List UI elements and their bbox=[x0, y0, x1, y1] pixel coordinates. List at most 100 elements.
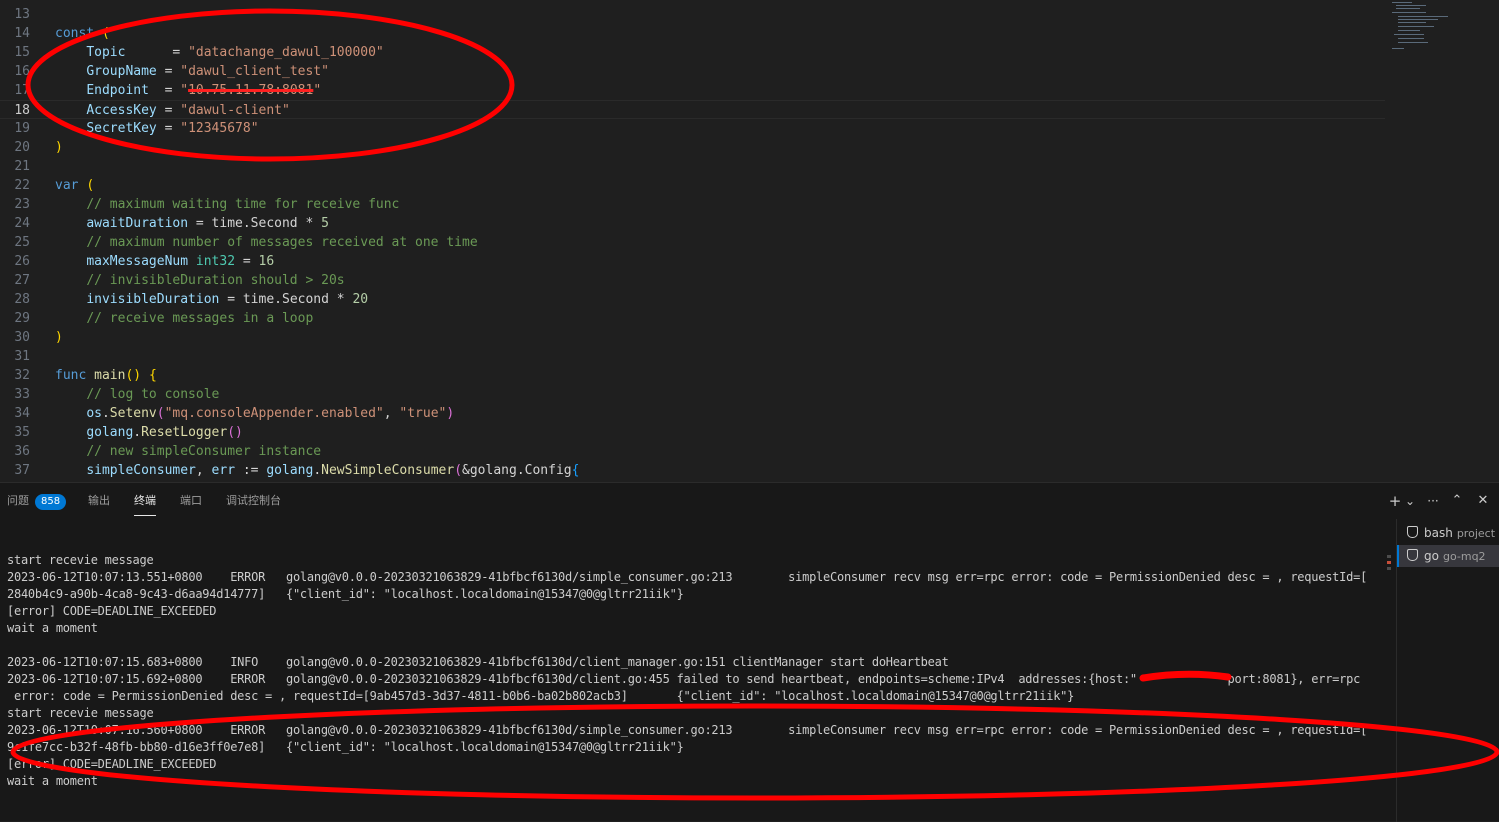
code-token: // maximum waiting time for receive func bbox=[86, 197, 400, 212]
tab-output[interactable]: 输出 bbox=[88, 493, 110, 509]
terminal-line: 2840b4c9-a90b-4ca8-9c43-d6aa94d14777] {"… bbox=[7, 587, 684, 601]
maximize-panel-icon[interactable]: ⌃ bbox=[1449, 491, 1465, 511]
close-panel-icon[interactable]: ✕ bbox=[1475, 491, 1491, 511]
tab-ports[interactable]: 端口 bbox=[180, 493, 202, 509]
tab-terminal[interactable]: 终端 bbox=[134, 493, 156, 516]
code-token: 16 bbox=[258, 254, 275, 269]
line-number: 32 bbox=[14, 368, 30, 383]
code-token: = bbox=[125, 45, 189, 60]
code-token: 10.75.11.78:8081 bbox=[188, 83, 314, 98]
terminal-line: [error] CODE=DEADLINE_EXCEEDED bbox=[7, 757, 217, 771]
code-line[interactable]: 37 simpleConsumer, err := golang.NewSimp… bbox=[0, 461, 1385, 480]
code-token: ( bbox=[454, 463, 463, 478]
code-token: . bbox=[133, 425, 142, 440]
code-line[interactable]: 20) bbox=[0, 138, 1385, 157]
code-token: ) bbox=[55, 330, 63, 345]
code-token: const bbox=[55, 26, 95, 41]
terminal-line: wait a moment bbox=[7, 621, 98, 635]
line-number: 13 bbox=[14, 7, 30, 22]
terminal-scrollbar[interactable] bbox=[1384, 555, 1393, 595]
code-line[interactable]: 22 var ( bbox=[0, 176, 1385, 195]
tab-label: 输出 bbox=[88, 494, 110, 507]
line-number: 24 bbox=[14, 216, 30, 231]
code-line[interactable]: 27 // invisibleDuration should > 20s bbox=[0, 271, 1385, 290]
code-token: , bbox=[383, 406, 400, 421]
code-line[interactable]: 19 SecretKey = "12345678" bbox=[0, 119, 1385, 138]
code-token: golang bbox=[86, 425, 134, 440]
code-token: awaitDuration bbox=[86, 216, 189, 231]
code-token: Setenv bbox=[109, 406, 157, 421]
terminal-instance-folder: project bbox=[1456, 527, 1496, 540]
terminal-dropdown-icon[interactable]: ⌄ bbox=[1403, 491, 1417, 511]
line-number: 15 bbox=[14, 45, 30, 60]
minimap[interactable] bbox=[1390, 0, 1460, 60]
code-line[interactable]: 29 // receive messages in a loop bbox=[0, 309, 1385, 328]
line-number: 28 bbox=[14, 292, 30, 307]
line-number: 17 bbox=[14, 83, 30, 98]
code-line[interactable]: 24 awaitDuration = time.Second * 5 bbox=[0, 214, 1385, 233]
terminal-output[interactable]: start recevie message 2023-06-12T10:07:13… bbox=[0, 521, 1393, 822]
code-token: ) bbox=[446, 406, 455, 421]
code-line[interactable]: 14 const ( bbox=[0, 24, 1385, 43]
code-token: = time.Second * bbox=[188, 216, 322, 231]
code-line[interactable]: 35 golang.ResetLogger() bbox=[0, 423, 1385, 442]
terminal-line: 2023-06-12T10:07:15.683+0800 INFO golang… bbox=[7, 655, 949, 669]
code-line[interactable]: 16 GroupName = "dawul_client_test" bbox=[0, 62, 1385, 81]
code-token: 20 bbox=[352, 292, 369, 307]
code-line[interactable]: 13 bbox=[0, 5, 1385, 24]
terminal-instance-list: bash project go go-mq2 bbox=[1396, 519, 1499, 822]
more-actions-icon[interactable]: ··· bbox=[1423, 491, 1443, 511]
code-line[interactable]: 15 Topic = "datachange_dawul_100000" bbox=[0, 43, 1385, 62]
code-line[interactable]: 23 // maximum waiting time for receive f… bbox=[0, 195, 1385, 214]
new-terminal-icon[interactable]: + bbox=[1387, 491, 1403, 511]
panel-tabs: 问题 858 输出 终端 端口 调试控制台 bbox=[0, 483, 1380, 519]
code-editor[interactable]: 13 14 const (15 Topic = "datachange_dawul_… bbox=[0, 0, 1499, 482]
code-line[interactable]: 31 bbox=[0, 347, 1385, 366]
code-line[interactable]: 17 Endpoint = "10.75.11.78:8081" bbox=[0, 81, 1385, 100]
code-line[interactable]: 30) bbox=[0, 328, 1385, 347]
code-line[interactable]: 21 bbox=[0, 157, 1385, 176]
line-number: 29 bbox=[14, 311, 30, 326]
terminal-instance-go[interactable]: go go-mq2 bbox=[1397, 545, 1499, 567]
code-token: { bbox=[571, 463, 580, 478]
tab-problems[interactable]: 问题 858 bbox=[7, 493, 67, 510]
bottom-panel: 问题 858 输出 终端 端口 调试控制台 + ⌄ ··· ⌃ ✕ start recev… bbox=[0, 482, 1499, 822]
terminal-line: wait a moment bbox=[7, 774, 98, 788]
code-line[interactable]: 32 func main() { bbox=[0, 366, 1385, 385]
code-token: // receive messages in a loop bbox=[86, 311, 314, 326]
code-token: ( bbox=[156, 406, 165, 421]
code-line[interactable]: 28 invisibleDuration = time.Second * 20 bbox=[0, 290, 1385, 309]
code-token: Endpoint bbox=[86, 83, 149, 98]
code-token: = bbox=[156, 103, 181, 118]
tab-debug-console[interactable]: 调试控制台 bbox=[226, 493, 281, 509]
code-token: "datachange_dawul_100000" bbox=[188, 45, 384, 60]
code-line[interactable]: 34 os.Setenv("mq.consoleAppender.enabled… bbox=[0, 404, 1385, 423]
code-line[interactable]: 25 // maximum number of messages receive… bbox=[0, 233, 1385, 252]
code-token: ResetLogger bbox=[141, 425, 228, 440]
code-token: "dawul-client" bbox=[180, 103, 290, 118]
code-token: = bbox=[156, 64, 181, 79]
code-line[interactable]: 26 maxMessageNum int32 = 16 bbox=[0, 252, 1385, 271]
terminal-instance-bash[interactable]: bash project bbox=[1397, 522, 1499, 544]
code-token: simpleConsumer bbox=[86, 463, 196, 478]
code-token: // maximum number of messages received a… bbox=[86, 235, 478, 250]
code-line[interactable]: 33 // log to console bbox=[0, 385, 1385, 404]
code-line[interactable]: 18 AccessKey = "dawul-client" bbox=[0, 100, 1385, 119]
code-token: main bbox=[94, 368, 126, 383]
code-line[interactable]: 36 // new simpleConsumer instance bbox=[0, 442, 1385, 461]
line-number: 26 bbox=[14, 254, 30, 269]
line-number: 19 bbox=[14, 121, 30, 136]
line-number: 34 bbox=[14, 406, 30, 421]
code-token: "mq.consoleAppender.enabled" bbox=[164, 406, 384, 421]
code-token: = time.Second * bbox=[219, 292, 353, 307]
code-token: , bbox=[195, 463, 212, 478]
terminal-instance-folder: go-mq2 bbox=[1442, 550, 1486, 563]
